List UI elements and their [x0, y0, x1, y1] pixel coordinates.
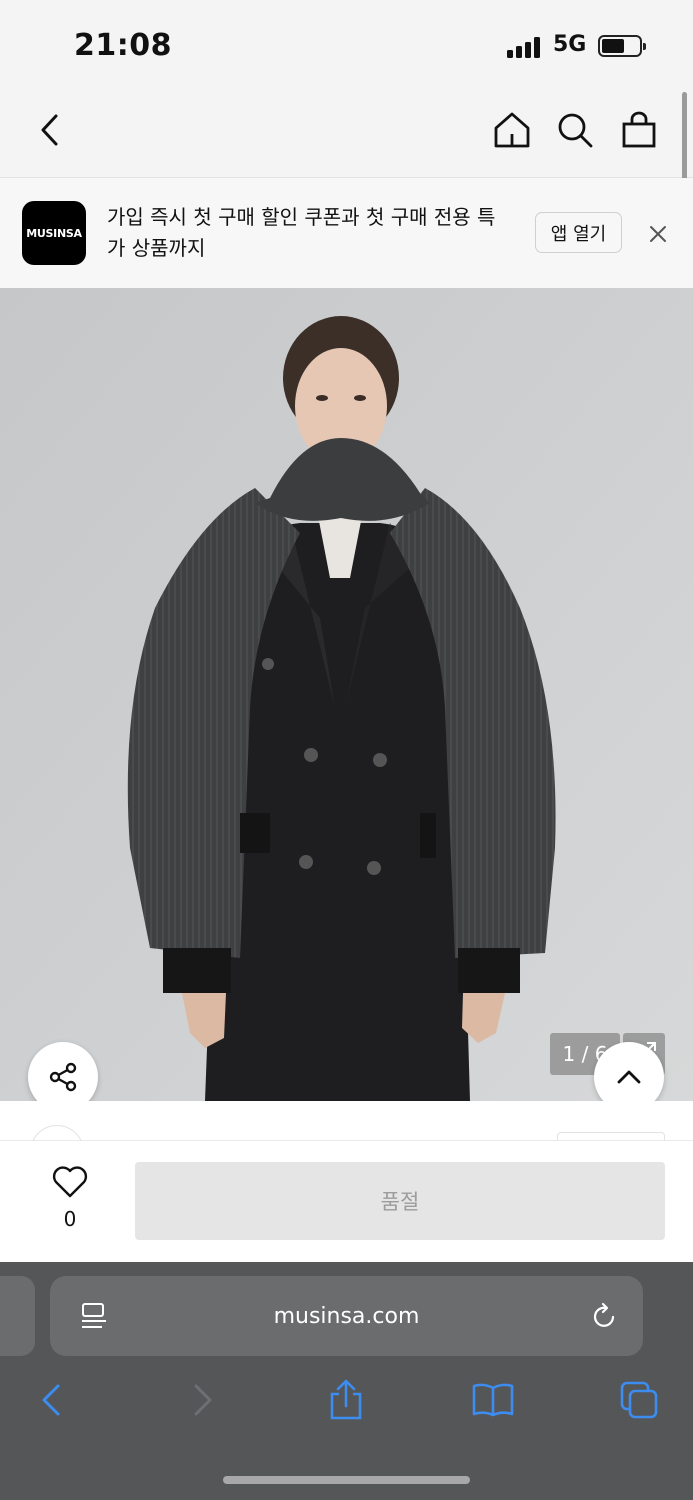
home-icon — [494, 112, 530, 148]
banner-text: 가입 즉시 첫 구매 할인 쿠폰과 첫 구매 전용 특가 상품까지 — [107, 205, 496, 260]
product-image[interactable] — [0, 288, 693, 1101]
forward-nav-button[interactable] — [178, 1376, 226, 1424]
shopping-bag-icon — [622, 111, 656, 148]
home-indicator — [223, 1476, 470, 1484]
safari-bottom-bar: musinsa.com — [0, 1262, 693, 1500]
search-button[interactable] — [551, 106, 599, 154]
open-app-button[interactable]: 앱 열기 — [535, 212, 622, 253]
back-button[interactable] — [26, 106, 74, 154]
signal-icon — [507, 36, 543, 58]
soldout-button[interactable]: 품절 — [135, 1162, 665, 1240]
nav-bar — [0, 92, 693, 178]
like-button[interactable]: 0 — [40, 1163, 100, 1235]
back-nav-button[interactable] — [28, 1376, 76, 1424]
banner-close-button[interactable] — [644, 220, 672, 248]
status-bar: 21:08 5G — [0, 0, 693, 92]
reload-icon[interactable] — [588, 1300, 620, 1332]
share-sheet-button[interactable] — [322, 1376, 370, 1424]
network-label: 5G — [553, 32, 587, 57]
tabs-button[interactable] — [615, 1376, 663, 1424]
purchase-bar: 0 품절 — [0, 1141, 693, 1262]
heart-icon — [52, 1166, 88, 1198]
battery-icon — [598, 35, 646, 57]
chevron-up-icon — [617, 1070, 641, 1084]
book-icon — [472, 1383, 514, 1417]
chevron-left-icon — [41, 114, 58, 146]
url-text: musinsa.com — [273, 1303, 420, 1329]
product-photo — [0, 288, 693, 1101]
scroll-indicator — [682, 92, 687, 182]
address-bar[interactable]: musinsa.com — [50, 1276, 643, 1356]
product-info-peek — [0, 1101, 693, 1179]
musinsa-logo: MUSINSA — [22, 201, 86, 265]
like-count: 0 — [63, 1207, 77, 1231]
share-icon — [49, 1062, 77, 1092]
bookmarks-button[interactable] — [469, 1376, 517, 1424]
home-button[interactable] — [488, 106, 536, 154]
cart-button[interactable] — [615, 106, 663, 154]
app-banner: MUSINSA 가입 즉시 첫 구매 할인 쿠폰과 첫 구매 전용 특가 상품까… — [0, 178, 693, 288]
previous-tab-preview[interactable] — [0, 1276, 35, 1356]
search-icon — [558, 113, 593, 148]
chevron-right-icon — [194, 1384, 212, 1416]
chevron-left-icon — [42, 1384, 60, 1416]
close-icon — [650, 226, 666, 242]
share-up-icon — [330, 1379, 362, 1420]
status-time: 21:08 — [74, 28, 172, 63]
tabs-icon — [620, 1381, 658, 1419]
